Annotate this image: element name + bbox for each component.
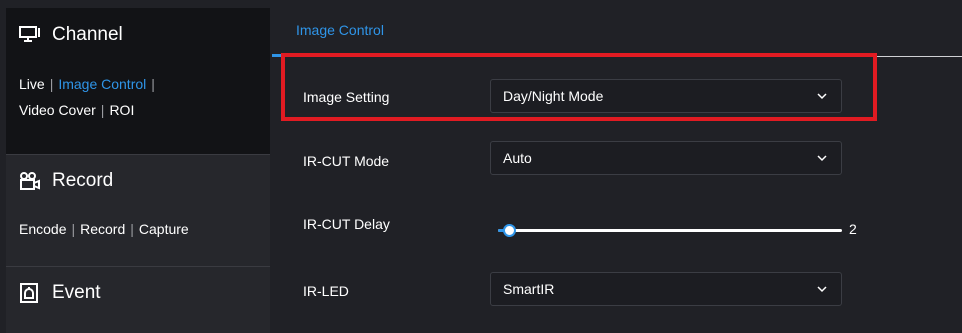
monitor-icon [18, 24, 42, 46]
sidebar-link-live[interactable]: Live [19, 76, 45, 92]
main-panel: Image Control Image Setting Day/Night Mo… [272, 8, 962, 333]
slider-handle[interactable] [503, 224, 517, 237]
sidebar-group-title: Event [52, 282, 101, 303]
link-separator: | [49, 76, 54, 92]
tab-image-control[interactable]: Image Control [296, 22, 384, 38]
ir-led-select[interactable]: SmartIR [490, 272, 842, 306]
ir-cut-mode-select[interactable]: Auto [490, 141, 842, 175]
camera-record-icon [18, 170, 42, 192]
sidebar-link-encode[interactable]: Encode [19, 221, 66, 237]
sidebar-link-capture[interactable]: Capture [139, 221, 189, 237]
tab-bar: Image Control [272, 8, 962, 57]
sidebar: Channel Live | Image Control | Video Cover |… [6, 8, 270, 333]
ir-cut-delay-value: 2 [849, 221, 857, 237]
sidebar-link-video-cover[interactable]: Video Cover [19, 102, 96, 118]
sidebar-links-record: Encode | Record | Capture [19, 216, 189, 242]
ir-led-label: IR-LED [303, 283, 349, 299]
chevron-down-icon [815, 282, 829, 296]
link-separator: | [130, 221, 134, 237]
ir-cut-delay-label: IR-CUT Delay [303, 216, 390, 232]
sidebar-group-event: Event [6, 266, 270, 333]
sidebar-links-channel: Live | Image Control | Video Cover | ROI [19, 71, 160, 123]
link-separator: | [151, 76, 155, 92]
sidebar-link-roi[interactable]: ROI [109, 102, 134, 118]
app-frame: Channel Live | Image Control | Video Cover |… [0, 0, 962, 333]
sidebar-group-event-header[interactable]: Event [18, 282, 101, 304]
highlight-box [281, 53, 877, 121]
sidebar-link-image-control[interactable]: Image Control [58, 76, 146, 92]
sidebar-link-record[interactable]: Record [80, 221, 125, 237]
select-value: Auto [503, 150, 532, 166]
event-alarm-icon [18, 282, 42, 304]
ir-cut-delay-slider[interactable] [498, 224, 842, 237]
select-value: SmartIR [503, 281, 555, 297]
sidebar-group-channel: Channel Live | Image Control | Video Cover |… [6, 8, 270, 154]
ir-cut-mode-label: IR-CUT Mode [303, 153, 390, 169]
sidebar-group-channel-header[interactable]: Channel [18, 24, 123, 46]
sidebar-group-record-header[interactable]: Record [18, 170, 113, 192]
chevron-down-icon [815, 151, 829, 165]
link-separator: | [71, 221, 76, 237]
sidebar-group-title: Record [52, 170, 114, 191]
link-separator: | [100, 102, 105, 118]
sidebar-group-record: Record Encode | Record | Capture [6, 154, 270, 266]
sidebar-group-title: Channel [52, 24, 123, 45]
